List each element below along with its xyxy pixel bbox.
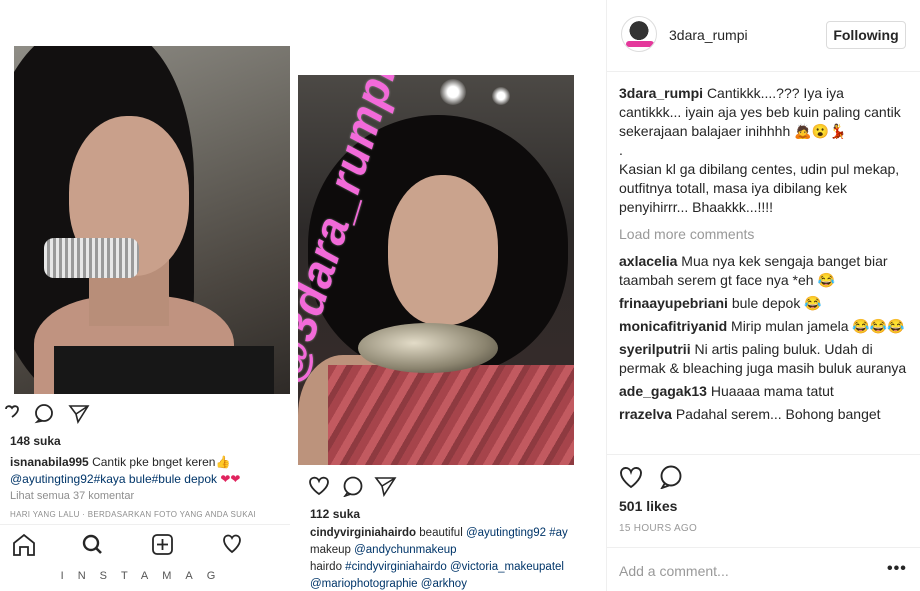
heart-icon [223, 534, 241, 554]
comment-text: Huaaaa mama tatut [710, 383, 834, 399]
comment-username[interactable]: axlacelia [619, 253, 677, 269]
comment-input[interactable] [619, 560, 869, 582]
heart-icon [5, 405, 19, 418]
comment: frinaayupebriani bule depok 😂 [619, 294, 909, 313]
hearts-emoji: ❤❤ [220, 472, 241, 486]
like-button[interactable] [620, 467, 642, 489]
caption-text: beautiful @ayutingting92 #ay [419, 527, 568, 539]
bottom-nav [0, 524, 290, 564]
screenshot-left: 148 suka isnanabila995 Cantik pke bnget … [0, 44, 290, 591]
share-icon [68, 405, 90, 424]
comment: rrazelva Padahal serem... Bohong banget [619, 405, 909, 424]
comment-username[interactable]: frinaayupebriani [619, 295, 728, 311]
post-header: 3dara_rumpi Following [607, 0, 920, 72]
action-icons [619, 465, 699, 489]
caption-line: hairdo #cindyvirginiahairdo @victoria_ma… [310, 561, 564, 573]
comment-emoji: 😂 [804, 295, 822, 311]
caption-comment: 3dara_rumpi Cantikkk....??? Iya iya cant… [619, 84, 909, 217]
tags-text: @ayutingting92#kaya bule#bule depok [10, 472, 218, 486]
heart-icon [620, 467, 642, 489]
search-icon [82, 534, 100, 552]
photo-woman-collar: @3dara_rumpi [298, 75, 574, 465]
comment: axlacelia Mua nya kek sengaja banget bia… [619, 252, 909, 290]
caption-line: isnanabila995 Cantik pke bnget keren👍 [10, 455, 230, 469]
comment-username[interactable]: rrazelva [619, 406, 672, 422]
brand-watermark: INSTAMAG [60, 570, 230, 582]
load-more-comments[interactable]: Load more comments [619, 225, 909, 244]
caption-user: isnanabila995 [10, 455, 89, 469]
comment-text: bule depok [731, 295, 801, 311]
caption-line: makeup @andychunmakeup [310, 544, 457, 556]
post-image[interactable]: 148 suka isnanabila995 Cantik pke bnget … [0, 0, 600, 591]
caption-text: makeup @andychunmakeup [310, 544, 457, 556]
caption-user: cindyvirginiahairdo [310, 527, 417, 539]
comment-text: Mirip mulan jamela [731, 318, 849, 334]
post-action-icons [4, 404, 124, 424]
share-icon [374, 477, 397, 497]
caption-text: hairdo #cindyvirginiahairdo @victoria_ma… [310, 561, 564, 573]
comment-text: Kasian kl ga dibilang centes, udin pul m… [619, 161, 900, 215]
home-icon [13, 533, 35, 556]
comment-box: ••• [607, 547, 920, 591]
comment-username[interactable]: syerilputrii [619, 341, 691, 357]
following-button[interactable]: Following [826, 21, 906, 49]
caption-line: @mariophotographie @arkhoy [310, 578, 467, 590]
comment-username[interactable]: 3dara_rumpi [619, 85, 703, 101]
caption-line: cindyvirginiahairdo beautiful @ayutingti… [310, 527, 568, 539]
username-link[interactable]: 3dara_rumpi [669, 27, 748, 43]
comment: syerilputrii Ni artis paling buluk. Udah… [619, 340, 909, 378]
post-timestamp[interactable]: 15 HOURS AGO [619, 523, 697, 534]
screenshot-right: @3dara_rumpi 112 suka cindyvirginiahaird… [298, 75, 578, 591]
heart-icon [309, 476, 329, 496]
time-ago: HARI YANG LALU · BERDASARKAN FOTO YANG A… [10, 510, 257, 519]
comment: ade_gagak13 Huaaaa mama tatut [619, 382, 909, 401]
comment-text: Padahal serem... Bohong banget [675, 406, 881, 422]
post-action-icons [308, 475, 428, 497]
view-all-comments: Lihat semua 37 komentar [10, 490, 135, 502]
comment: monicafitriyanid Mirip mulan jamela 😂😂😂 [619, 317, 909, 336]
comment-button[interactable] [660, 465, 682, 489]
comment-username[interactable]: monicafitriyanid [619, 318, 727, 334]
tags-line: @ayutingting92#kaya bule#bule depok ❤❤ [10, 472, 240, 486]
post-actions: 501 likes 15 HOURS AGO ••• [607, 454, 920, 591]
more-options-button[interactable]: ••• [887, 560, 907, 578]
comment-emoji: 😂 [817, 272, 835, 288]
photo-woman-choker [14, 46, 290, 394]
comment-icon [35, 404, 53, 422]
comment-username[interactable]: ade_gagak13 [619, 383, 707, 399]
caption-text: Cantik pke bnget keren [92, 455, 216, 469]
comments-list[interactable]: 3dara_rumpi Cantikkk....??? Iya iya cant… [619, 84, 909, 454]
comment-emoji: 🙇😮💃 [794, 123, 847, 139]
thumbs-up-emoji: 👍 [215, 455, 231, 469]
post-sidebar: 3dara_rumpi Following 3dara_rumpi Cantik… [606, 0, 920, 591]
comment-dot: . [619, 142, 623, 158]
likes-count: 112 suka [310, 507, 361, 521]
likes-count[interactable]: 501 likes [619, 498, 677, 514]
likes-count: 148 suka [10, 434, 61, 448]
avatar[interactable] [621, 16, 657, 52]
comment-emoji: 😂😂😂 [852, 318, 905, 334]
